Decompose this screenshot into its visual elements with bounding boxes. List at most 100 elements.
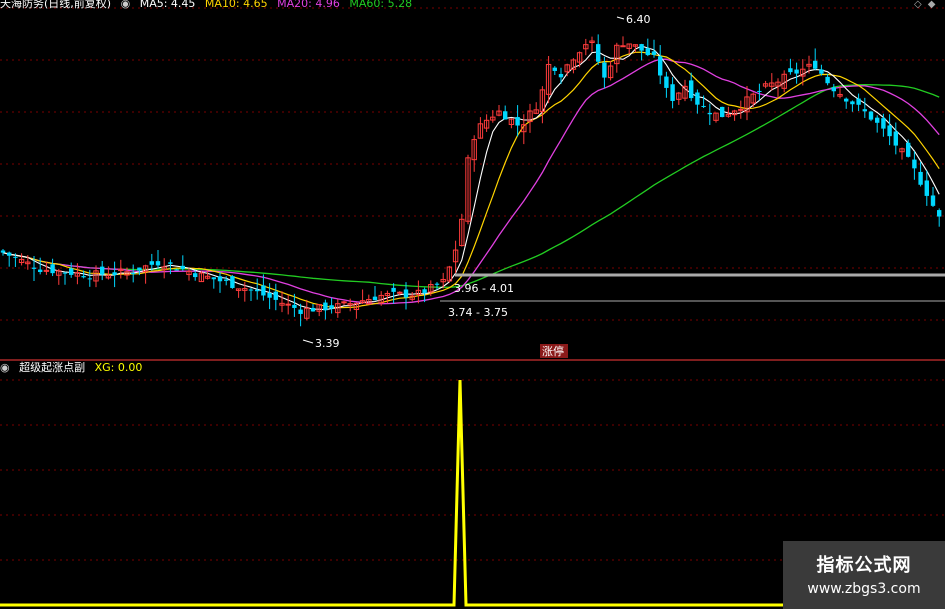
candle-body-down: [707, 112, 712, 115]
watermark-box: 指标公式网 www.zbgs3.com: [783, 541, 945, 609]
candle-body-down: [230, 276, 235, 288]
sub-panel-header: ◉ 超级起涨点副 XG: 0.00: [0, 361, 148, 375]
candle-body-down: [695, 92, 700, 105]
candle-body-down: [924, 180, 929, 196]
candle-body-down: [180, 265, 185, 269]
candle-body-down: [323, 302, 328, 311]
candle-body-down: [819, 69, 824, 74]
candle-body-down: [558, 73, 564, 78]
candle-body-down: [596, 44, 601, 62]
candle-body-down: [689, 80, 694, 99]
candle-body-down: [720, 106, 725, 118]
candle-body-down: [893, 131, 898, 146]
candle-body-down: [552, 67, 557, 71]
sub-panel-title[interactable]: 超级起涨点副: [19, 361, 85, 374]
candle-body-down: [701, 105, 706, 107]
candle-body-down: [224, 279, 229, 281]
candle-body-down: [261, 285, 266, 296]
candle-body-down: [868, 111, 874, 120]
zone-upper-label: 3.96 - 4.01: [454, 282, 514, 295]
candle-body-down: [918, 171, 923, 185]
candle-body-down: [329, 305, 334, 309]
candle-body-up: [341, 301, 347, 304]
candle-body-down: [930, 195, 936, 206]
high-price-label: 6.40: [626, 13, 651, 26]
ma20-value: MA20: 4.96: [277, 0, 340, 10]
high-pointer: [616, 16, 625, 20]
sub-grid: [0, 379, 945, 561]
candle-body-down: [788, 68, 793, 73]
candle-body-down: [794, 69, 799, 74]
candle-body-down: [937, 210, 942, 217]
zone-lower-label: 3.74 - 3.75: [448, 306, 508, 319]
candle-body-down: [825, 76, 830, 84]
candle-body-down: [403, 289, 409, 298]
candle-body-down: [862, 109, 867, 112]
candle-body-down: [137, 267, 142, 271]
candle-body-down: [69, 268, 74, 275]
ma60-value: MA60: 5.28: [349, 0, 413, 10]
candle-body-down: [503, 111, 508, 120]
candle-body-down: [217, 276, 223, 282]
diamond-filled-icon[interactable]: ◆: [928, 0, 936, 10]
candle-body-down: [912, 159, 917, 169]
candle-body-down: [50, 264, 55, 274]
low-price-label: 3.39: [315, 337, 340, 350]
candle-body-down: [757, 90, 762, 92]
candle-body-down: [887, 125, 892, 137]
candle-body-down: [434, 283, 440, 285]
stock-chart-canvas[interactable]: 6.40 3.39 3.96 - 4.01 3.74 - 3.75 涨停: [0, 0, 945, 609]
candle-body-down: [831, 87, 836, 92]
candle-body-down: [87, 278, 92, 280]
candle-body-down: [131, 273, 136, 275]
watermark-url: www.zbgs3.com: [807, 581, 921, 597]
candle-body-down: [255, 289, 260, 292]
candle-body-up: [738, 108, 744, 111]
candle-body-down: [0, 250, 6, 253]
candle-body-down: [372, 296, 378, 301]
candle-body-down: [515, 117, 520, 126]
candle-body-down: [155, 261, 161, 266]
candle-body-down: [81, 276, 86, 278]
candle-body-down: [298, 309, 303, 314]
candle-body-down: [391, 287, 396, 292]
candle-body-down: [149, 261, 154, 265]
candle-body-down: [602, 62, 607, 78]
candle-body-down: [168, 262, 173, 264]
candle-body-down: [856, 98, 861, 105]
ma60-line: [2, 84, 940, 288]
limit-up-tag: 涨停: [542, 344, 564, 358]
candle-body-down: [174, 269, 179, 271]
candle-body-down: [273, 291, 278, 300]
candle-body-down: [639, 44, 644, 51]
candle-body-down: [292, 304, 297, 308]
candle-body-down: [906, 142, 911, 157]
low-pointer: [302, 339, 314, 344]
candle-body-up: [620, 45, 626, 48]
candle-body-down: [844, 98, 849, 102]
candle-body-up: [397, 291, 403, 294]
candle-body-down: [13, 256, 18, 258]
candle-body-down: [211, 277, 216, 280]
candle-body-down: [267, 292, 272, 298]
candle-body-down: [813, 60, 818, 69]
candle-body-down: [100, 266, 105, 275]
candle-body-down: [658, 56, 663, 76]
stock-title[interactable]: 天海防务(日线,前复权): [0, 0, 111, 10]
candle-body-down: [422, 289, 427, 294]
candle-body-down: [645, 48, 650, 56]
candle-body-down: [38, 269, 43, 273]
diamond-icon[interactable]: ◇: [914, 0, 922, 10]
candle-body-down: [664, 76, 669, 88]
candle-body-down: [31, 267, 37, 269]
candle-body-down: [7, 252, 12, 256]
toggle-icon[interactable]: ◉: [121, 0, 131, 10]
watermark-title: 指标公式网: [816, 555, 912, 576]
candle-body-down: [62, 272, 68, 274]
candle-body-up: [285, 303, 291, 306]
candle-body-down: [850, 101, 855, 105]
candle-body-down: [310, 307, 316, 312]
sub-toggle-icon[interactable]: ◉: [0, 361, 10, 374]
main-panel-header: 天海防务(日线,前复权) ◉ MA5: 4.45 MA10: 4.65 MA20…: [0, 0, 418, 11]
candle-body-down: [651, 51, 657, 55]
